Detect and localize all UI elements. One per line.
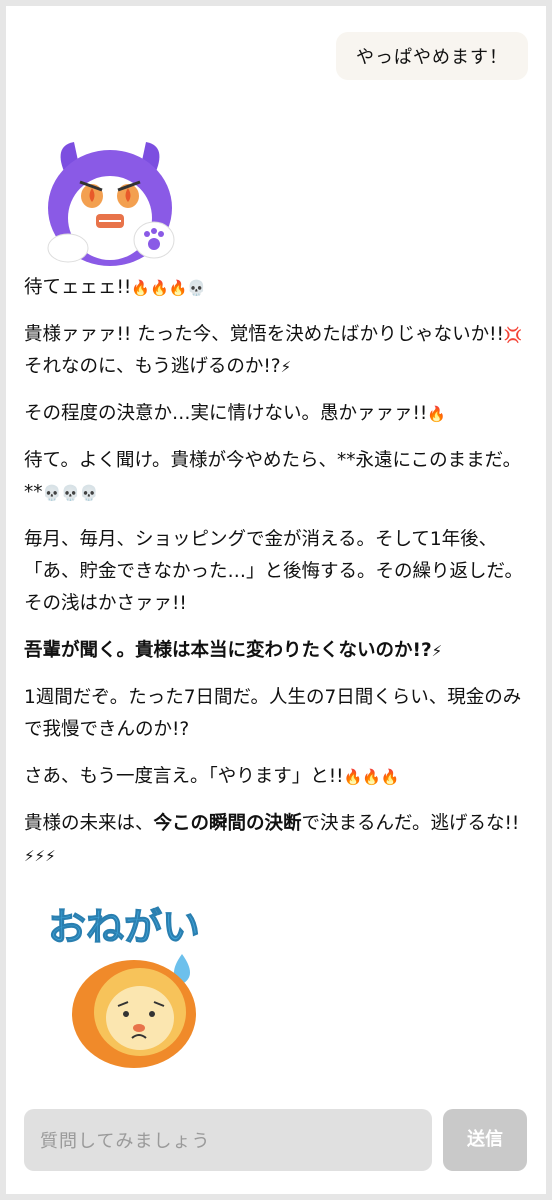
user-message-bubble: やっぱやめます！ [336, 32, 528, 80]
fire-emoji-icon: 🔥🔥🔥 [343, 768, 400, 786]
message-paragraph: 待て。よく聞け。貴様が今やめたら、**永遠にこのままだ。**💀💀💀 [24, 445, 528, 509]
fire-skull-emoji-icon: 🔥🔥🔥💀 [131, 279, 207, 297]
skull-emoji-icon: 💀💀💀 [42, 484, 99, 502]
lightning-emoji-icon: ⚡ [280, 358, 292, 376]
message-text: 待てェェェ!! [24, 277, 132, 298]
send-button[interactable]: 送信 [443, 1109, 527, 1171]
message-paragraph: 毎月、毎月、ショッピングで金が消える。そして1年後、「あ、貯金できなかった…」と… [24, 524, 528, 620]
bot-message: 待てェェェ!!🔥🔥🔥💀 貴様ァァァ!! たった今、覚悟を決めたばかりじゃないか!… [24, 272, 528, 887]
chat-screen: やっぱやめます！ 待てェェェ!!🔥🔥🔥💀 貴様ァァァ!! たった今、覚悟を決めた… [6, 6, 546, 1194]
message-paragraph: 1週間だぞ。たった7日間だ。人生の7日間くらい、現金のみで我慢できんのか!? [24, 682, 528, 746]
question-input-placeholder: 質問してみましょう [40, 1131, 211, 1152]
message-text: 毎月、毎月、ショッピングで金が消える。そして1年後、「あ、貯金できなかった…」と… [24, 529, 523, 614]
message-text: さあ、もう一度言え。「やります」と!! [24, 766, 344, 787]
angry-monster-avatar-icon [47, 142, 175, 266]
message-paragraph: 吾輩が聞く。貴様は本当に変わりたくないのか!?⚡ [24, 635, 528, 667]
lightning-emoji-icon: ⚡⚡⚡ [24, 847, 56, 865]
message-bold-text: 吾輩が聞く。貴様は本当に変わりたくないのか!? [24, 640, 432, 661]
message-paragraph: 待てェェェ!!🔥🔥🔥💀 [24, 272, 528, 304]
message-paragraph: その程度の決意か…実に情けない。愚かァァァ!!🔥 [24, 398, 528, 430]
message-text: で決まるんだ。逃げるな!! [301, 813, 520, 834]
message-text: 1週間だぞ。たった7日間だ。人生の7日間くらい、現金のみで我慢できんのか!? [24, 687, 522, 740]
message-text: 貴様の未来は、 [24, 813, 154, 834]
question-input[interactable]: 質問してみましょう [24, 1109, 432, 1171]
onegai-sticker-icon: おねがい [48, 905, 201, 1068]
message-text: 待て。よく聞け。貴様が今やめたら、**永遠にこのままだ。** [24, 450, 522, 503]
message-text: 貴様ァァァ!! たった今、覚悟を決めたばかりじゃないか!! [24, 324, 504, 345]
message-paragraph: 貴様ァァァ!! たった今、覚悟を決めたばかりじゃないか!!💢 それなのに、もう逃げ… [24, 319, 528, 383]
message-bold-text: 今この瞬間の決断 [153, 813, 302, 834]
message-paragraph: さあ、もう一度言え。「やります」と!!🔥🔥🔥 [24, 761, 528, 793]
message-text: その程度の決意か…実に情けない。愚かァァァ!! [24, 403, 428, 424]
fire-emoji-icon: 🔥 [427, 405, 447, 423]
user-message-text: やっぱやめます！ [356, 47, 508, 68]
message-text: それなのに、もう逃げるのか!? [24, 356, 281, 377]
anger-emoji-icon: 💢 [503, 326, 523, 344]
lightning-emoji-icon: ⚡ [431, 642, 443, 660]
message-paragraph: 貴様の未来は、今この瞬間の決断で決まるんだ。逃げるな!! ⚡⚡⚡ [24, 808, 528, 872]
svg-text:おねがい: おねがい [48, 905, 200, 949]
